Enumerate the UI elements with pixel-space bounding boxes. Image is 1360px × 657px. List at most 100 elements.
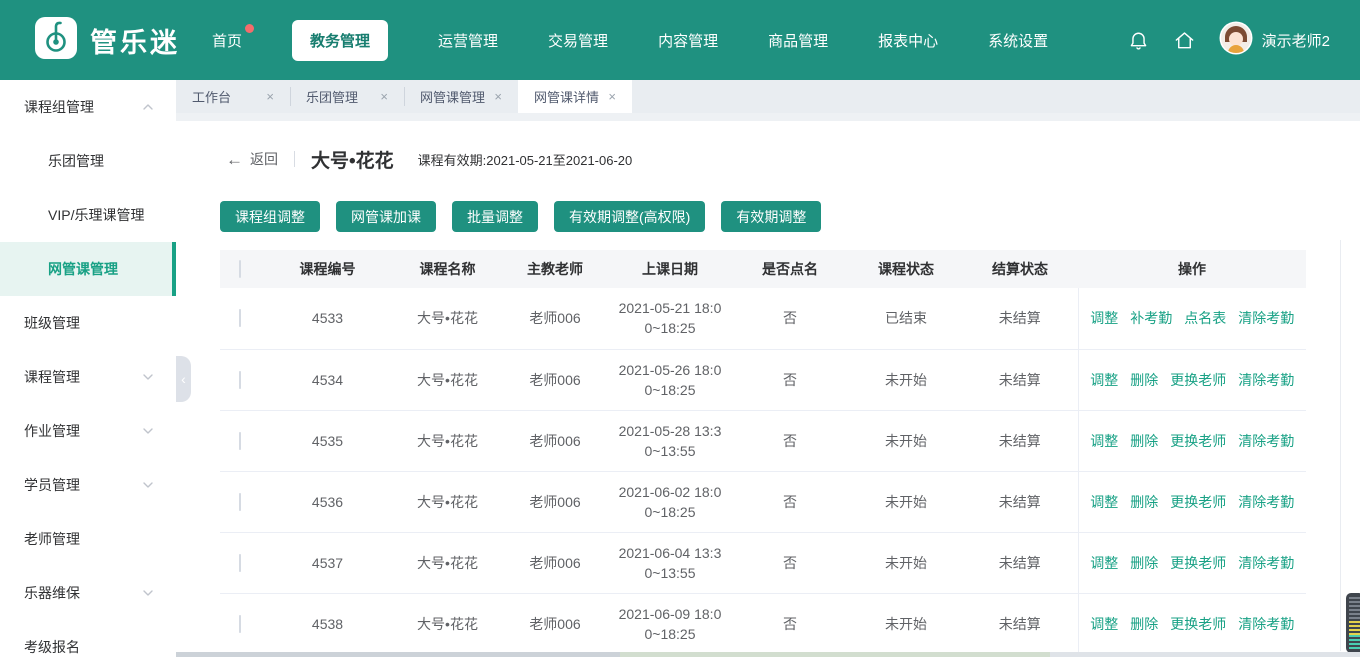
sidebar-item-label: 老师管理 bbox=[24, 529, 154, 549]
tab-0[interactable]: 工作台× bbox=[176, 80, 290, 113]
action-link[interactable]: 删除 bbox=[1130, 433, 1158, 449]
action-link[interactable]: 更换老师 bbox=[1170, 372, 1226, 388]
sidebar-item-10[interactable]: 考级报名 bbox=[0, 620, 176, 657]
logo-text: 管乐迷 bbox=[90, 21, 180, 60]
sidebar-item-label: 网管课管理 bbox=[48, 259, 154, 279]
tab-close-icon[interactable]: × bbox=[494, 89, 502, 104]
toolbar-button-4[interactable]: 有效期调整 bbox=[721, 201, 821, 232]
detail-header: ← 返回 大号•花花 课程有效期:2021-05-21至2021-06-20 bbox=[220, 145, 1360, 173]
nav-item-label: 报表中心 bbox=[878, 33, 938, 50]
toolbar-button-3[interactable]: 有效期调整(高权限) bbox=[554, 201, 705, 232]
action-link[interactable]: 调整 bbox=[1090, 433, 1118, 449]
nav-item-7[interactable]: 系统设置 bbox=[988, 30, 1048, 51]
scroll-minimap-widget[interactable] bbox=[1346, 593, 1360, 653]
table-row-0: 4533大号•花花老师0062021-05-21 18:00~18:25否已结束… bbox=[220, 288, 1306, 349]
action-link[interactable]: 清除考勤 bbox=[1238, 433, 1294, 449]
actions-cell: 调整删除更换老师清除考勤 bbox=[1078, 410, 1306, 471]
action-link[interactable]: 更换老师 bbox=[1170, 555, 1226, 571]
action-link[interactable]: 更换老师 bbox=[1170, 494, 1226, 510]
sidebar-item-1[interactable]: 乐团管理 bbox=[0, 134, 176, 188]
column-header: 结算状态 bbox=[962, 250, 1078, 288]
action-link[interactable]: 更换老师 bbox=[1170, 616, 1226, 632]
teacher-cell: 老师006 bbox=[500, 288, 610, 349]
column-header: 操作 bbox=[1078, 250, 1306, 288]
column-header: 是否点名 bbox=[730, 250, 850, 288]
course-name-cell: 大号•花花 bbox=[395, 471, 500, 532]
nav-item-3[interactable]: 交易管理 bbox=[548, 30, 608, 51]
sidebar-item-0[interactable]: 课程组管理 bbox=[0, 80, 176, 134]
course-id-cell: 4537 bbox=[260, 532, 395, 593]
sidebar-item-label: 考级报名 bbox=[24, 637, 154, 657]
toolbar-button-1[interactable]: 网管课加课 bbox=[336, 201, 436, 232]
sidebar-item-7[interactable]: 学员管理 bbox=[0, 458, 176, 512]
sidebar-item-8[interactable]: 老师管理 bbox=[0, 512, 176, 566]
nav-item-1[interactable]: 教务管理 bbox=[292, 20, 388, 61]
action-link[interactable]: 清除考勤 bbox=[1238, 372, 1294, 388]
row-checkbox[interactable] bbox=[239, 554, 241, 572]
header-divider bbox=[294, 151, 295, 167]
sidebar-item-label: 学员管理 bbox=[24, 475, 142, 495]
action-link[interactable]: 更换老师 bbox=[1170, 433, 1226, 449]
action-link[interactable]: 删除 bbox=[1130, 494, 1158, 510]
logo[interactable]: 管乐迷 bbox=[0, 16, 212, 65]
row-checkbox[interactable] bbox=[239, 432, 241, 450]
action-link[interactable]: 调整 bbox=[1090, 616, 1118, 632]
action-link[interactable]: 调整 bbox=[1090, 494, 1118, 510]
sidebar-menu: 课程组管理乐团管理VIP/乐理课管理网管课管理班级管理课程管理作业管理学员管理老… bbox=[0, 80, 176, 657]
tab-1[interactable]: 乐团管理 × bbox=[290, 80, 404, 113]
action-link[interactable]: 清除考勤 bbox=[1238, 494, 1294, 510]
action-link[interactable]: 补考勤 bbox=[1130, 310, 1172, 326]
back-button[interactable]: ← 返回 bbox=[226, 149, 278, 169]
toolbar-button-2[interactable]: 批量调整 bbox=[452, 201, 538, 232]
sidebar-item-2[interactable]: VIP/乐理课管理 bbox=[0, 188, 176, 242]
tab-2[interactable]: 网管课管理× bbox=[404, 80, 518, 113]
tab-3[interactable]: 网管课详情× bbox=[518, 80, 632, 113]
top-navbar: 管乐迷 首页 教务管理 运营管理 交易管理 内容管理 商品管理 报表中心 系统设置 bbox=[0, 0, 1360, 80]
nav-item-label: 首页 bbox=[212, 33, 242, 50]
toolbar-button-0[interactable]: 课程组调整 bbox=[220, 201, 320, 232]
sidebar-item-4[interactable]: 班级管理 bbox=[0, 296, 176, 350]
action-link[interactable]: 清除考勤 bbox=[1238, 310, 1294, 326]
sidebar-item-3[interactable]: 网管课管理 bbox=[0, 242, 176, 296]
sidebar-collapse-handle[interactable]: ‹ bbox=[176, 356, 191, 402]
tab-close-icon[interactable]: × bbox=[266, 89, 274, 104]
bell-icon[interactable] bbox=[1127, 28, 1151, 52]
sidebar-item-6[interactable]: 作业管理 bbox=[0, 404, 176, 458]
table-row-2: 4535大号•花花老师0062021-05-28 13:30~13:55否未开始… bbox=[220, 410, 1306, 471]
tab-close-icon[interactable]: × bbox=[380, 89, 388, 104]
select-all-checkbox[interactable] bbox=[239, 260, 241, 278]
action-link[interactable]: 删除 bbox=[1130, 555, 1158, 571]
sidebar-item-5[interactable]: 课程管理 bbox=[0, 350, 176, 404]
nav-item-6[interactable]: 报表中心 bbox=[878, 30, 938, 51]
action-link[interactable]: 删除 bbox=[1130, 616, 1158, 632]
action-link[interactable]: 清除考勤 bbox=[1238, 616, 1294, 632]
sidebar-item-9[interactable]: 乐器维保 bbox=[0, 566, 176, 620]
row-checkbox[interactable] bbox=[239, 309, 241, 327]
action-link[interactable]: 删除 bbox=[1130, 372, 1158, 388]
action-link[interactable]: 调整 bbox=[1090, 372, 1118, 388]
row-checkbox[interactable] bbox=[239, 615, 241, 633]
settlement-cell: 未结算 bbox=[962, 471, 1078, 532]
nav-item-0[interactable]: 首页 bbox=[212, 30, 242, 51]
roll-call-cell: 否 bbox=[730, 532, 850, 593]
column-header: 主教老师 bbox=[500, 250, 610, 288]
user-menu[interactable]: 演示老师2 bbox=[1219, 21, 1330, 60]
action-link[interactable]: 调整 bbox=[1090, 310, 1118, 326]
tab-label: 乐团管理 bbox=[306, 87, 358, 106]
action-link[interactable]: 点名表 bbox=[1184, 310, 1226, 326]
nav-item-5[interactable]: 商品管理 bbox=[768, 30, 828, 51]
action-link[interactable]: 调整 bbox=[1090, 555, 1118, 571]
minimap-teal-stripes bbox=[1349, 635, 1360, 649]
nav-item-4[interactable]: 内容管理 bbox=[658, 30, 718, 51]
row-select-cell bbox=[220, 471, 260, 532]
course-name-cell: 大号•花花 bbox=[395, 532, 500, 593]
row-checkbox[interactable] bbox=[239, 371, 241, 389]
nav-item-2[interactable]: 运营管理 bbox=[438, 30, 498, 51]
column-header: 课程名称 bbox=[395, 250, 500, 288]
date-cell: 2021-06-09 18:00~18:25 bbox=[610, 593, 730, 654]
course-title: 大号•花花 bbox=[311, 146, 394, 173]
tab-close-icon[interactable]: × bbox=[608, 89, 616, 104]
action-link[interactable]: 清除考勤 bbox=[1238, 555, 1294, 571]
row-checkbox[interactable] bbox=[239, 493, 241, 511]
home-icon[interactable] bbox=[1173, 28, 1197, 52]
